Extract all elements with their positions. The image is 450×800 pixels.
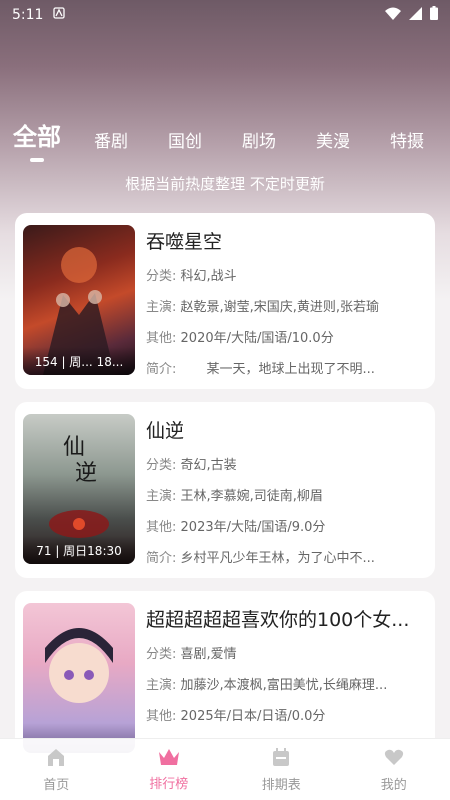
card-cast: 主演: 赵乾景,谢莹,宋国庆,黄进则,张若瑜: [146, 300, 380, 315]
nav-mine-label: 我的: [380, 778, 407, 793]
poster-image: 仙 逆 71 | 周日18:30: [23, 414, 135, 564]
card-cast: 主演: 王林,李慕婉,司徒南,柳眉: [146, 489, 323, 504]
tab-all[interactable]: 全部: [12, 117, 62, 162]
card-genre: 分类: 科幻,战斗: [146, 269, 237, 284]
tab-anime[interactable]: 番剧: [90, 127, 132, 152]
episode-badge: 71 | 周日18:30: [23, 536, 135, 564]
category-tabs: 全部 番剧 国创 剧场 美漫 特摄: [0, 112, 450, 162]
calendar-icon: [270, 746, 292, 772]
episode-badge: 154 | 周... 18...: [23, 347, 135, 375]
nav-mine[interactable]: 我的: [354, 746, 434, 793]
tab-theater[interactable]: 剧场: [238, 127, 280, 152]
nav-home-label: 首页: [43, 778, 70, 793]
battery-icon: [430, 6, 438, 24]
card-other: 其他: 2023年/大陆/国语/9.0分: [146, 520, 326, 535]
card-title: 吞噬星空: [146, 231, 223, 253]
tab-american[interactable]: 美漫: [312, 127, 354, 152]
notification-icon: [53, 7, 66, 23]
nav-schedule[interactable]: 排期表: [241, 746, 321, 793]
card-genre: 分类: 喜剧,爱情: [146, 647, 237, 662]
ranking-card[interactable]: 154 | 周... 18... 吞噬星空 分类: 科幻,战斗 主演: 赵乾景,…: [15, 213, 435, 389]
bottom-nav: 首页 排行榜 排期表 我的: [0, 738, 450, 800]
home-icon: [45, 746, 67, 772]
nav-ranking[interactable]: 排行榜: [129, 747, 209, 792]
card-other: 其他: 2025年/日本/日语/0.0分: [146, 709, 326, 724]
ranking-card[interactable]: 仙 逆 71 | 周日18:30 仙逆 分类: 奇幻,古装 主演: 王林,李慕婉…: [15, 402, 435, 578]
signal-icon: [409, 6, 422, 24]
poster-image: [23, 603, 135, 753]
card-intro: 简介: 某一天，地球上出现了不明...: [146, 362, 375, 377]
status-time: 5:11: [12, 7, 44, 23]
svg-text:仙: 仙: [63, 435, 85, 460]
wifi-icon: [385, 7, 401, 24]
poster-image: 154 | 周... 18...: [23, 225, 135, 375]
card-title: 仙逆: [146, 420, 185, 442]
status-bar: 5:11: [0, 0, 450, 30]
card-cast: 主演: 加藤沙,本渡枫,富田美忧,长绳麻理...: [146, 678, 388, 693]
nav-schedule-label: 排期表: [261, 778, 301, 793]
card-intro: 简介: 乡村平凡少年王林，为了心中不...: [146, 551, 375, 566]
nav-home[interactable]: 首页: [16, 746, 96, 793]
heart-icon: [383, 746, 405, 772]
card-genre: 分类: 奇幻,古装: [146, 458, 237, 473]
nav-ranking-label: 排行榜: [149, 777, 189, 792]
active-tab-indicator: [30, 158, 44, 162]
ranking-subtitle: 根据当前热度整理 不定时更新: [125, 175, 325, 193]
tab-domestic[interactable]: 国创: [164, 127, 206, 152]
crown-icon: [157, 747, 181, 771]
tab-tokusatsu[interactable]: 特摄: [386, 127, 428, 152]
card-other: 其他: 2020年/大陆/国语/10.0分: [146, 331, 334, 346]
svg-text:逆: 逆: [75, 461, 97, 486]
card-title: 超超超超超喜欢你的100个女...: [146, 609, 410, 631]
